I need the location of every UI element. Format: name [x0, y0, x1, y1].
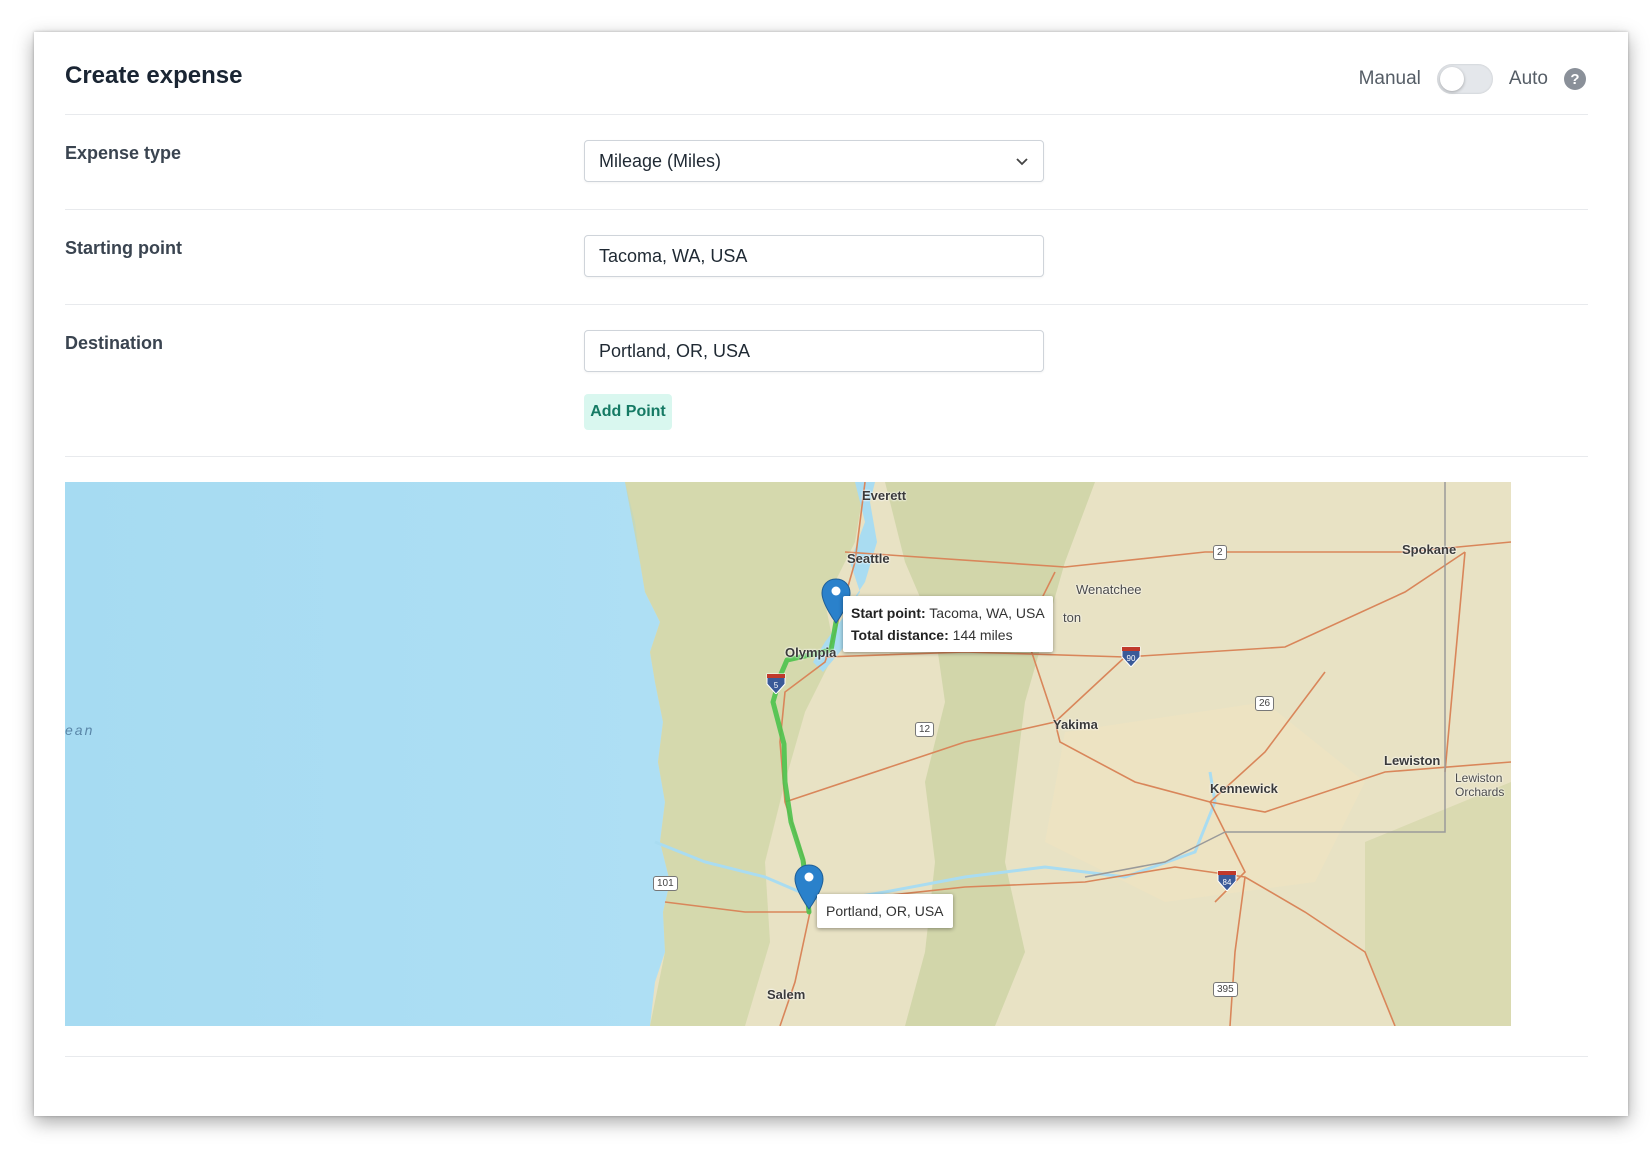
interstate-number: 84 [1223, 878, 1232, 887]
city-label-lewiston: Lewiston [1384, 753, 1441, 768]
city-label-spokane: Spokane [1402, 542, 1457, 557]
divider [65, 456, 1588, 457]
mode-auto-label: Auto [1508, 68, 1548, 89]
start-point-value: Tacoma, WA, USA [929, 605, 1045, 621]
interstate-number: 90 [1127, 654, 1136, 663]
destination-label: Destination [65, 333, 164, 353]
mode-manual-label: Manual [1358, 68, 1421, 89]
expense-type-value: Mileage (Miles) [599, 150, 722, 171]
total-distance-line: Total distance: 144 miles [851, 624, 1045, 646]
toggle-knob [1439, 67, 1464, 91]
starting-point-value: Tacoma, WA, USA [599, 245, 748, 266]
chevron-down-icon [1016, 158, 1028, 166]
starting-point-input[interactable]: Tacoma, WA, USA [584, 235, 1044, 277]
destination-value: Portland, OR, USA [599, 340, 751, 361]
us-route-shield: 395 [1213, 982, 1238, 997]
interstate-shield-icon: 84 [1217, 870, 1237, 891]
us-route-shield: 2 [1213, 545, 1227, 560]
city-label-yakima: Yakima [1053, 717, 1098, 732]
us-route-shield: 12 [915, 722, 935, 737]
total-distance-label: Total distance: [851, 627, 949, 643]
us-route-shield: 26 [1255, 696, 1275, 711]
city-label-everett: Everett [862, 488, 907, 503]
create-expense-card: Create expense Manual Auto ? Expense typ… [34, 32, 1628, 1116]
divider [65, 304, 1588, 305]
page-title: Create expense [65, 62, 243, 89]
interstate-shield-icon: 90 [1121, 646, 1141, 667]
city-label-salem: Salem [767, 987, 806, 1002]
divider [65, 1056, 1588, 1057]
starting-point-label: Starting point [65, 238, 182, 258]
map-base [65, 482, 1511, 1026]
start-point-popup: Start point: Tacoma, WA, USA Total dista… [843, 596, 1053, 652]
destination-input[interactable]: Portland, OR, USA [584, 330, 1044, 372]
total-distance-value: 144 miles [952, 627, 1013, 643]
start-point-label: Start point: [851, 605, 926, 621]
divider [65, 114, 1588, 115]
city-label-kennewick: Kennewick [1210, 781, 1278, 796]
divider [65, 209, 1588, 210]
expense-type-select[interactable]: Mileage (Miles) [584, 140, 1044, 182]
interstate-shield-icon: 5 [766, 673, 786, 694]
destination-popup: Portland, OR, USA [817, 894, 953, 928]
manual-auto-toggle[interactable] [1436, 64, 1493, 94]
mode-switcher: Manual Auto ? [1359, 62, 1586, 96]
start-point-line: Start point: Tacoma, WA, USA [851, 602, 1045, 624]
destination-popup-value: Portland, OR, USA [826, 903, 944, 919]
expense-type-label: Expense type [65, 143, 182, 163]
us-route-shield: 101 [653, 876, 678, 891]
city-label-seattle: Seattle [847, 551, 890, 566]
add-point-button[interactable]: Add Point [584, 394, 672, 430]
help-icon[interactable]: ? [1564, 68, 1586, 90]
ocean-label: ean [65, 722, 95, 738]
route-map[interactable]: ean Everett Seattle Wenatchee ton Olympi… [65, 482, 1511, 1026]
card-header: Create expense Manual Auto ? [34, 32, 1628, 120]
interstate-number: 5 [774, 681, 779, 690]
city-label-lewiston-orchards-1: Lewiston [1455, 771, 1503, 785]
city-label-olympia: Olympia [785, 645, 837, 660]
city-label-lewiston-orchards-2: Orchards [1455, 785, 1505, 799]
city-label-ton-fragment: ton [1063, 610, 1082, 625]
city-label-wenatchee: Wenatchee [1076, 582, 1142, 597]
